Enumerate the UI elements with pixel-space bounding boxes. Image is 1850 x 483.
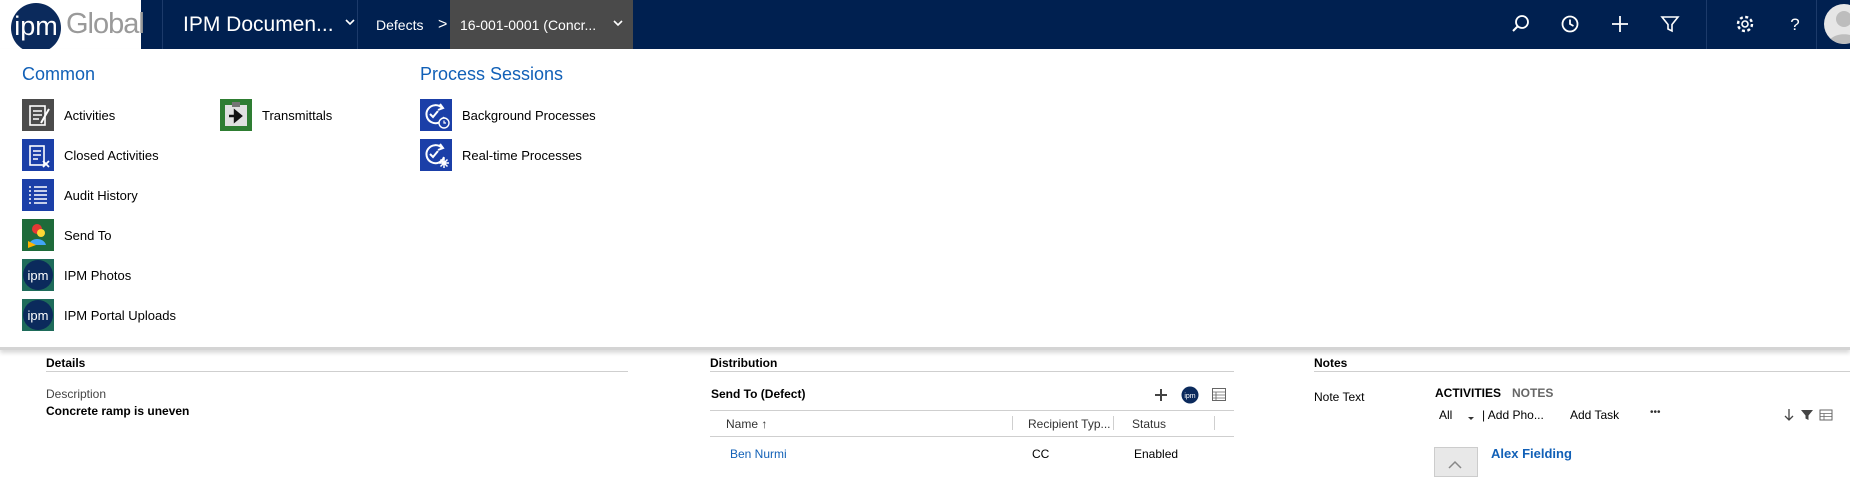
tab-notes[interactable]: NOTES <box>1512 386 1553 400</box>
chevron-down-icon <box>343 15 357 32</box>
group-title-common: Common <box>22 64 96 84</box>
send-to-icon <box>22 219 54 251</box>
column-separator <box>1012 416 1013 430</box>
background-processes-icon <box>420 99 452 131</box>
menu-item-send-to[interactable]: Send To <box>22 219 111 251</box>
menu-item-label: Audit History <box>64 187 138 203</box>
description-value[interactable]: Concrete ramp is uneven <box>46 404 189 418</box>
breadcrumb-record[interactable]: 16-001-0001 (Concr... <box>450 0 633 49</box>
more-commands-button[interactable]: ••• <box>1650 407 1661 418</box>
grid-header-divider <box>710 410 1234 411</box>
help-icon[interactable]: ? <box>1782 11 1808 37</box>
grid-row-divider <box>710 436 1234 437</box>
column-header-recipient-type[interactable]: Recipient Typ... <box>1028 417 1111 431</box>
subgrid-title: Send To (Defect) <box>711 387 806 401</box>
recipient-name-link[interactable]: Ben Nurmi <box>730 447 787 461</box>
gear-icon[interactable] <box>1732 11 1758 37</box>
activity-filter-select[interactable]: All <box>1439 408 1452 422</box>
chevron-down-icon <box>611 16 625 33</box>
transmittals-icon <box>220 99 252 131</box>
add-record-icon[interactable] <box>1152 386 1170 404</box>
menu-item-realtime-processes[interactable]: Real-time Processes <box>420 139 582 171</box>
menu-item-ipm-portal-uploads[interactable]: ipm IPM Portal Uploads <box>22 299 176 331</box>
menu-item-ipm-photos[interactable]: ipm IPM Photos <box>22 259 131 291</box>
breadcrumb-defects[interactable]: Defects <box>357 0 449 49</box>
plus-icon[interactable] <box>1607 11 1633 37</box>
realtime-processes-icon <box>420 139 452 171</box>
menu-item-closed-activities[interactable]: Closed Activities <box>22 139 159 171</box>
menu-item-label: Transmittals <box>262 107 333 123</box>
note-text-label: Note Text <box>1314 390 1365 404</box>
logo-mark: ipm <box>11 3 61 53</box>
audit-history-icon <box>22 179 54 211</box>
history-icon[interactable] <box>1557 11 1583 37</box>
ipm-global-logo[interactable]: ipm Global <box>0 0 145 53</box>
add-task-button[interactable]: Add Task <box>1570 408 1619 422</box>
ipm-icon[interactable]: ipm <box>1181 386 1199 404</box>
record-form: Details Description Concrete ramp is une… <box>0 352 1850 477</box>
section-divider <box>1314 371 1850 372</box>
logo-word: Global <box>66 8 145 40</box>
app-switcher[interactable]: IPM Documen... <box>162 0 357 49</box>
menu-item-activities[interactable]: Activities <box>22 99 115 131</box>
chevron-down-icon[interactable] <box>1466 410 1476 420</box>
grid-view-icon[interactable] <box>1210 386 1228 404</box>
column-header-status[interactable]: Status <box>1132 417 1166 431</box>
breadcrumb-separator: > <box>438 15 448 33</box>
avatar[interactable] <box>1824 4 1850 44</box>
activity-toolbar-icons <box>1784 408 1840 422</box>
section-divider <box>710 371 1234 372</box>
app-title: IPM Documen... <box>183 12 334 36</box>
menu-item-transmittals[interactable]: Transmittals <box>220 99 332 131</box>
menu-item-audit-history[interactable]: Audit History <box>22 179 138 211</box>
activity-type-icon <box>1434 447 1478 477</box>
section-title-notes: Notes <box>1314 356 1348 370</box>
recipient-type-cell: CC <box>1032 447 1050 461</box>
section-title-details: Details <box>46 356 86 370</box>
ipm-portal-uploads-icon: ipm <box>22 299 54 331</box>
top-nav-bar: ipm Global IPM Documen... Defects > 16-0… <box>0 0 1850 53</box>
closed-activities-icon <box>22 139 54 171</box>
description-label: Description <box>46 387 107 401</box>
add-photo-button[interactable]: | Add Pho... <box>1482 408 1544 422</box>
column-separator <box>1113 416 1114 430</box>
activities-icon <box>22 99 54 131</box>
svg-text:ipm: ipm <box>1184 393 1195 400</box>
menu-item-background-processes[interactable]: Background Processes <box>420 99 596 131</box>
menu-item-label: Send To <box>64 227 112 243</box>
search-icon[interactable] <box>1508 11 1534 37</box>
menu-item-label: Closed Activities <box>64 147 159 163</box>
menu-item-label: Real-time Processes <box>462 147 582 163</box>
section-divider <box>46 371 628 372</box>
svg-text:ipm: ipm <box>28 308 49 323</box>
menu-item-label: Activities <box>64 107 116 123</box>
toolbar-divider <box>1816 0 1817 49</box>
group-title-process-sessions: Process Sessions <box>420 64 564 84</box>
status-cell: Enabled <box>1134 447 1179 461</box>
tab-activities[interactable]: ACTIVITIES <box>1435 386 1501 400</box>
svg-text:ipm: ipm <box>28 268 49 283</box>
related-navigation-menu: Common Activities Closed Activities Audi… <box>0 49 1850 350</box>
record-title: 16-001-0001 (Concr... <box>460 16 597 33</box>
svg-text:?: ? <box>1790 15 1799 34</box>
menu-item-label: Background Processes <box>462 107 596 123</box>
column-separator <box>1214 416 1215 430</box>
activity-owner-link[interactable]: Alex Fielding <box>1491 446 1572 461</box>
section-title-distribution: Distribution <box>710 356 778 370</box>
toolbar-divider <box>1706 0 1707 49</box>
menu-item-label: IPM Photos <box>64 267 132 283</box>
filter-icon[interactable] <box>1657 11 1683 37</box>
menu-item-label: IPM Portal Uploads <box>64 307 176 323</box>
column-header-name[interactable]: Name ↑ <box>726 417 767 431</box>
ipm-photos-icon: ipm <box>22 259 54 291</box>
